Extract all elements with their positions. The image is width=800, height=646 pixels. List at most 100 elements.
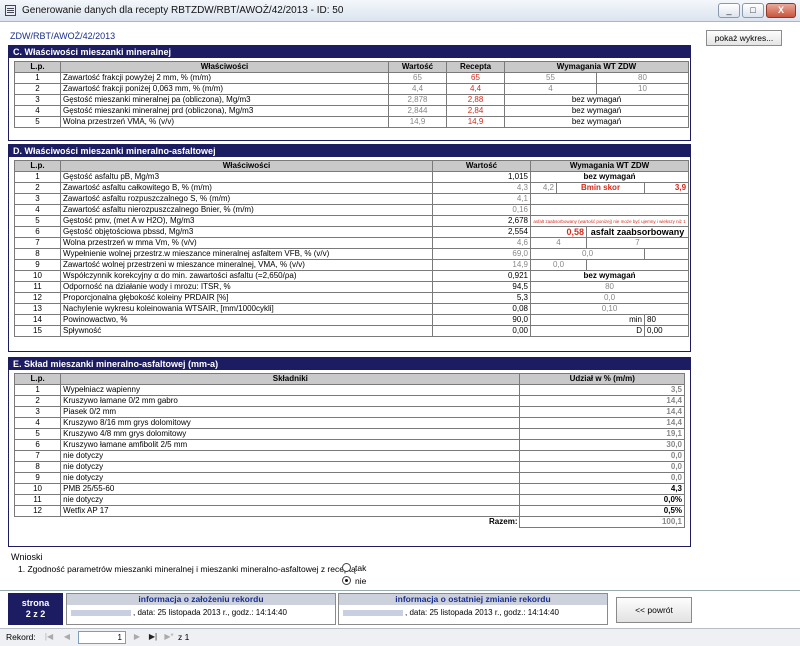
- col-requirements: Wymagania WT ZDW: [529, 160, 690, 172]
- radio-yes[interactable]: [342, 563, 351, 572]
- first-record-button[interactable]: |◀: [42, 631, 56, 643]
- last-record-button[interactable]: ▶|: [146, 631, 160, 643]
- record-number-input[interactable]: 1: [78, 631, 126, 644]
- footer: strona 2 z 2 informacja o założeniu reko…: [0, 590, 800, 626]
- row-value: 0,08: [432, 303, 531, 315]
- table-row: 6 Gęstość objętościowa pbssd, Mg/m3 2,55…: [14, 226, 690, 238]
- row-name: Gęstość pmv, (met A w H2O), Mg/m3: [60, 215, 433, 227]
- row-req-a: 0,0: [529, 292, 690, 304]
- row-req: [529, 193, 690, 205]
- row-value: 14,4: [519, 395, 685, 407]
- table-row: 2 Zawartość asfaltu całkowitego B, % (m/…: [14, 182, 690, 194]
- row-recipe: 14,9: [446, 116, 505, 128]
- row-value: 4,4: [388, 83, 447, 95]
- maximize-button[interactable]: □: [742, 3, 764, 18]
- row-name: Gęstość objętościowa pbssd, Mg/m3: [60, 226, 433, 238]
- table-row: 1 Gęstość asfaltu pB, Mg/m3 1,015 bez wy…: [14, 171, 690, 183]
- absorbed-asphalt-label: asfalt zaabsorbowany: [585, 226, 690, 238]
- row-lp: 2: [14, 83, 61, 95]
- row-lp: 1: [13, 384, 62, 396]
- record-count: z 1: [178, 632, 190, 642]
- next-record-button[interactable]: ▶: [130, 631, 144, 643]
- table-row: 2 Kruszywo łamane 0/2 mm gabro 14,4: [13, 395, 685, 407]
- row-lp: 10: [14, 270, 61, 282]
- section-d-title: D. Właściwości mieszanki mineralno-asfal…: [9, 145, 690, 157]
- table-row: 10 PMB 25/55-60 4,3: [13, 483, 685, 495]
- row-value: 0,921: [432, 270, 531, 282]
- table-row: 7 Wolna przestrzeń w mma Vm, % (v/v) 4,6…: [14, 237, 690, 249]
- row-lp: 5: [14, 215, 61, 227]
- recipe-id: ZDW/RBT/AWOŻ/42/2013: [10, 31, 116, 41]
- row-value: 0,0: [519, 450, 685, 462]
- section-d: D. Właściwości mieszanki mineralno-asfal…: [8, 144, 691, 352]
- row-lp: 13: [14, 303, 61, 315]
- col-property: Właściwości: [60, 160, 433, 172]
- table-row: 3 Piasek 0/2 mm 14,4: [13, 406, 685, 418]
- created-info: informacja o założeniu rekordu , data: 2…: [66, 593, 336, 625]
- row-name: Zawartość wolnej przestrzeni w mieszance…: [60, 259, 433, 271]
- new-record-button[interactable]: ▶*: [162, 631, 176, 643]
- conclusions-title: Wnioski: [11, 552, 43, 562]
- row-req-max: 80: [595, 72, 690, 84]
- row-name: PMB 25/55-60: [60, 483, 521, 495]
- row-lp: 6: [13, 439, 62, 451]
- row-lp: 11: [14, 281, 61, 293]
- col-value: Wartość: [388, 61, 447, 73]
- col-property: Właściwości: [60, 61, 389, 73]
- table-row: 4 Gęstość mieszanki mineralnej prd (obli…: [14, 105, 690, 117]
- row-name: Zawartość asfaltu całkowitego B, % (m/m): [60, 182, 433, 194]
- table-row: 2 Zawartość frakcji poniżej 0,063 mm, % …: [14, 83, 690, 95]
- row-lp: 2: [13, 395, 62, 407]
- section-e: E. Skład mieszanki mineralno-asfaltowej …: [8, 357, 691, 547]
- row-req-a: 0,0: [530, 259, 587, 271]
- table-row: 1 Zawartość frakcji powyżej 2 mm, % (m/m…: [14, 72, 690, 84]
- row-req-a: 0,0: [530, 248, 645, 260]
- row-value: 2,844: [388, 105, 447, 117]
- section-d-table: L.p. Właściwości Wartość Wymagania WT ZD…: [14, 160, 690, 337]
- row-req-min: 55: [504, 72, 597, 84]
- section-c: C. Właściwości mieszanki mineralnej L.p.…: [8, 45, 691, 141]
- row-lp: 1: [14, 171, 61, 183]
- row-req-max: 10: [595, 83, 690, 95]
- row-name: Spływność: [60, 325, 433, 337]
- row-req-empty: [643, 248, 690, 260]
- row-req-b: 0,00: [643, 325, 690, 337]
- total-row: Razem: 100,1: [15, 516, 685, 528]
- row-lp: 6: [14, 226, 61, 238]
- modified-text: , data: 25 listopada 2013 r., godz.: 14:…: [405, 608, 559, 617]
- prev-record-button[interactable]: ◀: [60, 631, 74, 643]
- row-value: 14,4: [519, 417, 685, 429]
- table-row: 1 Wypełniacz wapienny 3,5: [13, 384, 685, 396]
- absorbed-asphalt-value: 0,58: [530, 226, 587, 238]
- form-icon: [5, 5, 16, 16]
- modified-title: informacja o ostatniej zmianie rekordu: [339, 594, 607, 605]
- row-req-c: 3,9: [643, 182, 690, 194]
- table-header: L.p. Właściwości Wartość Wymagania WT ZD…: [14, 160, 690, 172]
- row-req-min: 4: [504, 83, 597, 95]
- row-recipe: 4,4: [446, 83, 505, 95]
- row-req-b: 80: [643, 314, 690, 326]
- modified-info: informacja o ostatniej zmianie rekordu ,…: [338, 593, 608, 625]
- row-name: Zawartość asfaltu rozpuszczalnego S, % (…: [60, 193, 433, 205]
- row-lp: 4: [14, 204, 61, 216]
- row-lp: 1: [14, 72, 61, 84]
- row-req: [529, 204, 690, 216]
- back-button[interactable]: << powrót: [616, 597, 692, 623]
- row-lp: 8: [13, 461, 62, 473]
- row-lp: 9: [13, 472, 62, 484]
- minimize-button[interactable]: _: [718, 3, 740, 18]
- table-row: 4 Zawartość asfaltu nierozpuszczalnego B…: [14, 204, 690, 216]
- show-chart-button[interactable]: pokaż wykres...: [706, 30, 782, 46]
- page-label: strona: [21, 598, 50, 608]
- row-lp: 4: [14, 105, 61, 117]
- row-name: Odporność na działanie wody i mrozu: ITS…: [60, 281, 433, 293]
- row-req-a: 0,10: [529, 303, 690, 315]
- col-component: Składniki: [60, 373, 521, 385]
- row-name: nie dotyczy: [60, 494, 521, 506]
- created-title: informacja o założeniu rekordu: [67, 594, 335, 605]
- radio-no[interactable]: [342, 576, 351, 585]
- close-button[interactable]: X: [766, 3, 796, 18]
- row-req-a: 80: [529, 281, 690, 293]
- table-row: 6 Kruszywo łamane amfibolit 2/5 mm 30,0: [13, 439, 685, 451]
- table-row: 9 Zawartość wolnej przestrzeni w mieszan…: [14, 259, 690, 271]
